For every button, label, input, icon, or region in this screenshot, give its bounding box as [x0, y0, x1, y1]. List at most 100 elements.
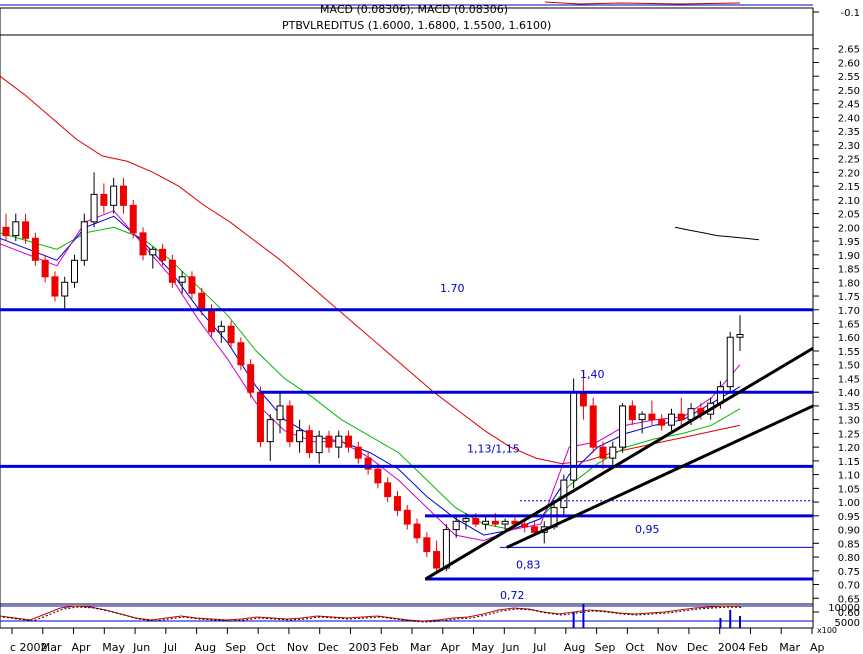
x-tick-label: Apr	[441, 641, 461, 654]
candle-body	[530, 526, 538, 533]
candle-body	[2, 226, 10, 237]
x-tick-label: 2003	[348, 641, 376, 654]
y-tick-label: 0.80	[838, 553, 860, 564]
candle-body	[178, 276, 186, 283]
y-tick-label: 1.60	[838, 333, 860, 344]
y-tick-label: 1.50	[838, 361, 860, 372]
candle-body	[482, 520, 490, 525]
y-tick-label: 2.25	[838, 155, 860, 166]
y-tick-label: 2.20	[838, 168, 860, 179]
y-tick-label: 2.50	[838, 86, 860, 97]
y-tick-label: 1.65	[838, 320, 860, 331]
candle-body	[22, 221, 30, 239]
x-tick-label: Dec	[687, 641, 708, 654]
y-tick-label: 0.85	[838, 539, 860, 550]
candle-body	[579, 391, 587, 407]
y-tick-label: 1.05	[838, 484, 860, 495]
x-tick-label: Mar	[41, 641, 62, 654]
y-tick-label: 1.55	[838, 347, 860, 358]
y-tick-label: 1.00	[838, 498, 860, 509]
candle-body	[638, 413, 646, 421]
candle-body	[31, 237, 39, 261]
x-tick-label: Nov	[287, 641, 309, 654]
candle-body	[296, 430, 304, 443]
x-tick-label: Oct	[625, 641, 645, 654]
candle-body	[345, 435, 353, 448]
y-tick-label: 2.10	[838, 196, 860, 207]
y-tick-label: 2.60	[838, 58, 860, 69]
chart-title: PTBVLREDITUS (1.6000, 1.6800, 1.5500, 1.…	[282, 19, 551, 32]
candle-body	[90, 193, 98, 223]
candle-body	[736, 333, 744, 338]
candle-body	[217, 325, 225, 333]
x-tick-label: Mar	[410, 641, 431, 654]
y-tick-label: -0.1	[840, 8, 860, 19]
y-tick-label: 1.90	[838, 251, 860, 262]
candle-body	[80, 221, 88, 261]
x-tick-label: Feb	[748, 641, 767, 654]
candle-body	[61, 281, 69, 297]
candle-body	[433, 551, 441, 569]
x-tick-label: Oct	[256, 641, 276, 654]
candle-body	[472, 518, 480, 525]
candle-body	[266, 419, 274, 443]
candle-body	[208, 309, 216, 333]
y-tick-label: 1.45	[838, 374, 860, 385]
y-tick-label: 0.95	[838, 512, 860, 523]
chart-background	[0, 0, 863, 654]
candle-body	[648, 413, 656, 421]
candle-body	[413, 523, 421, 539]
hline-label: 0,95	[635, 523, 660, 536]
y-tick-label: 1.70	[838, 306, 860, 317]
x-tick-label: Apr	[72, 641, 92, 654]
candle-body	[335, 435, 343, 448]
candle-body	[589, 405, 597, 448]
y-tick-label: 2.30	[838, 141, 860, 152]
x-tick-label: 2004	[718, 641, 746, 654]
candle-body	[256, 391, 264, 443]
candle-body	[384, 482, 392, 498]
y-tick-label: 1.10	[838, 471, 860, 482]
y-tick-label: 1.75	[838, 292, 860, 303]
candle-body	[51, 276, 59, 297]
x-tick-label: Mar	[779, 641, 800, 654]
candle-body	[276, 405, 284, 421]
hline-label: 0,72	[500, 589, 525, 602]
candle-body	[110, 185, 118, 206]
candle-body	[198, 292, 206, 311]
candle-body	[325, 435, 333, 448]
candle-body	[658, 419, 666, 426]
y-tick-label: 2.65	[838, 45, 860, 56]
y-tick-label: 1.95	[838, 237, 860, 248]
volume-tick-label: 10000	[828, 603, 860, 614]
x-tick-label: May	[102, 641, 125, 654]
indicator-label: MACD (0.08306), MACD (0.08306)	[320, 3, 508, 16]
y-tick-label: 1.15	[838, 457, 860, 468]
candle-body	[501, 520, 509, 525]
y-tick-label: 1.40	[838, 388, 860, 399]
candle-body	[305, 430, 313, 454]
x-tick-label: Sep	[225, 641, 246, 654]
y-tick-label: 2.35	[838, 127, 860, 138]
thin-line-label: 0,83	[516, 558, 541, 571]
candle-body	[247, 364, 255, 393]
x-tick-label: Sep	[595, 641, 616, 654]
candle-body	[393, 496, 401, 511]
x-tick-label: May	[472, 641, 495, 654]
x-tick-label: Jul	[163, 641, 177, 654]
y-tick-label: 0.90	[838, 526, 860, 537]
y-tick-label: 2.40	[838, 113, 860, 124]
candle-body	[491, 520, 499, 525]
candle-body	[119, 185, 127, 206]
candle-body	[452, 520, 460, 531]
volume-scale-label: x100	[817, 626, 837, 635]
candle-body	[139, 232, 147, 256]
candle-body	[354, 446, 362, 459]
candle-body	[628, 405, 636, 421]
y-tick-label: 0.75	[838, 567, 860, 578]
x-tick-label: Nov	[656, 641, 678, 654]
x-tick-label: Dec	[318, 641, 339, 654]
candle-body	[159, 248, 167, 261]
x-tick-label: Aug	[195, 641, 216, 654]
y-tick-label: 0.70	[838, 581, 860, 592]
